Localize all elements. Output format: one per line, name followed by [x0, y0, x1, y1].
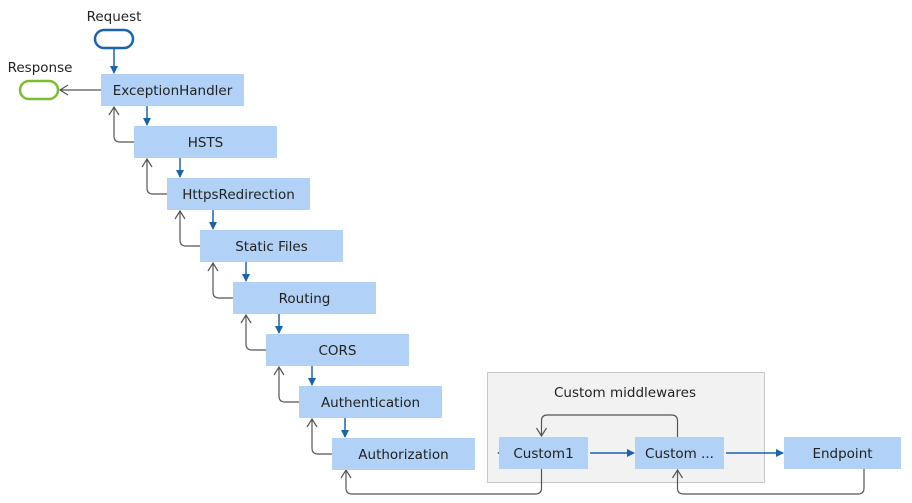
middleware-pipeline-diagram: Custom middlewares Request Response Exce…: [8, 9, 901, 495]
arrow-return-1: [141, 157, 167, 195]
node-static-files: Static Files: [200, 230, 343, 262]
arrow-return-5: [273, 365, 299, 403]
node-exception-handler-label: ExceptionHandler: [113, 83, 233, 99]
node-authentication: Authentication: [299, 386, 442, 418]
node-custom-more: Custom ...: [635, 437, 724, 469]
request-label: Request: [87, 9, 142, 25]
node-custom-more-label: Custom ...: [645, 446, 714, 462]
node-custom1: Custom1: [499, 437, 588, 469]
node-routing: Routing: [233, 282, 376, 314]
node-hsts-label: HSTS: [188, 135, 224, 151]
node-authentication-label: Authentication: [321, 395, 420, 411]
node-https-redirection: HttpsRedirection: [167, 178, 310, 210]
arrow-return-0: [108, 105, 134, 143]
node-endpoint: Endpoint: [784, 437, 901, 469]
arrow-return-2: [174, 209, 200, 247]
response-pill: [18, 79, 60, 101]
node-authorization: Authorization: [332, 438, 475, 470]
node-endpoint-label: Endpoint: [812, 446, 872, 462]
arrow-return-3: [207, 261, 233, 299]
response-label: Response: [8, 60, 73, 76]
node-cors: CORS: [266, 334, 409, 366]
arrow-return-4: [240, 313, 266, 351]
request-pill: [93, 28, 135, 50]
response-terminal: Response: [8, 60, 73, 101]
request-terminal: Request: [87, 9, 142, 50]
custom-middlewares-title: Custom middlewares: [554, 385, 696, 401]
node-cors-label: CORS: [318, 343, 356, 359]
node-authorization-label: Authorization: [358, 447, 448, 463]
node-hsts: HSTS: [134, 126, 277, 158]
node-https-redirection-label: HttpsRedirection: [182, 187, 295, 203]
arrow-return-6: [306, 417, 332, 455]
node-routing-label: Routing: [279, 291, 331, 307]
node-exception-handler: ExceptionHandler: [101, 74, 244, 106]
node-custom1-label: Custom1: [513, 446, 573, 462]
node-static-files-label: Static Files: [235, 239, 308, 255]
